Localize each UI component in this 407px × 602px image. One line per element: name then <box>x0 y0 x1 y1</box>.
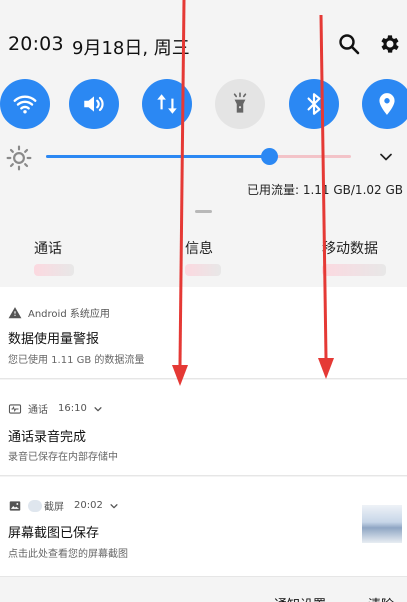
screenshot-thumbnail[interactable] <box>362 505 402 543</box>
data-usage-text: 已用流量: 1.11 GB/1.02 GB <box>246 183 403 197</box>
brightness-fill <box>46 155 269 158</box>
search-icon[interactable] <box>337 32 361 56</box>
status-bar <box>0 0 407 6</box>
wifi-toggle[interactable] <box>0 79 50 129</box>
mobile-data-toggle[interactable] <box>142 79 192 129</box>
bluetooth-toggle[interactable] <box>289 79 339 129</box>
flashlight-icon <box>233 92 247 113</box>
brightness-icon <box>6 145 32 171</box>
notification-card[interactable]: Android 系统应用 数据使用量警报 您已使用 1.11 GB 的数据流量 <box>0 287 407 379</box>
call-recorder-icon <box>8 403 22 414</box>
warning-icon <box>8 306 22 318</box>
notification-app-name: 截屏 <box>44 502 64 513</box>
blurred-value <box>322 264 386 276</box>
blurred-value <box>34 264 74 276</box>
notification-title: 数据使用量警报 <box>8 332 100 347</box>
notification-header: 截屏 20:02 <box>8 498 119 513</box>
sound-toggle[interactable] <box>69 79 119 129</box>
brightness-thumb[interactable] <box>260 148 278 165</box>
notification-time: 20:02 <box>74 500 103 511</box>
blurred-value <box>185 264 221 276</box>
blurred-app-prefix <box>28 499 42 512</box>
notification-body: 录音已保存在内部存储中 <box>8 452 118 463</box>
notification-app-name: Android 系统应用 <box>28 309 110 320</box>
chevron-down-icon[interactable] <box>109 501 119 511</box>
tab-messages[interactable]: 信息 <box>185 238 221 276</box>
gear-icon[interactable] <box>378 32 402 56</box>
notification-card[interactable]: 截屏 20:02 屏幕截图已保存 点击此处查看您的屏幕截图 <box>0 477 407 577</box>
notification-body: 您已使用 1.11 GB 的数据流量 <box>8 355 145 366</box>
notification-settings-button[interactable]: 通知设置 <box>274 594 326 602</box>
clear-button[interactable]: 清除 <box>368 594 394 602</box>
location-toggle[interactable] <box>362 79 407 129</box>
notification-header: Android 系统应用 <box>8 305 110 320</box>
image-icon <box>9 500 21 511</box>
clock: 20:03 <box>8 33 64 55</box>
flashlight-toggle[interactable] <box>215 79 265 129</box>
quick-settings-row <box>0 79 407 129</box>
data-arrows-icon <box>157 94 177 114</box>
notification-app-name: 通话 <box>28 405 48 416</box>
chevron-down-icon[interactable] <box>376 147 396 167</box>
bluetooth-icon <box>307 93 321 115</box>
notification-header: 通话 16:10 <box>8 401 103 416</box>
location-icon <box>379 93 395 115</box>
chevron-down-icon[interactable] <box>93 404 103 414</box>
notification-title: 通话录音完成 <box>8 430 87 445</box>
notification-title: 屏幕截图已保存 <box>8 526 100 541</box>
date: 9月18日, 周三 <box>72 38 190 59</box>
notification-card[interactable]: 通话 16:10 通话录音完成 录音已保存在内部存储中 <box>0 380 407 476</box>
notification-time: 16:10 <box>58 403 87 414</box>
tab-mobile-data[interactable]: 移动数据 <box>322 238 386 276</box>
notification-body: 点击此处查看您的屏幕截图 <box>8 549 128 560</box>
wifi-icon <box>13 95 37 114</box>
tab-calls[interactable]: 通话 <box>34 238 74 276</box>
volume-icon <box>84 96 104 112</box>
brightness-slider[interactable] <box>46 148 351 165</box>
drag-handle[interactable] <box>195 210 212 213</box>
